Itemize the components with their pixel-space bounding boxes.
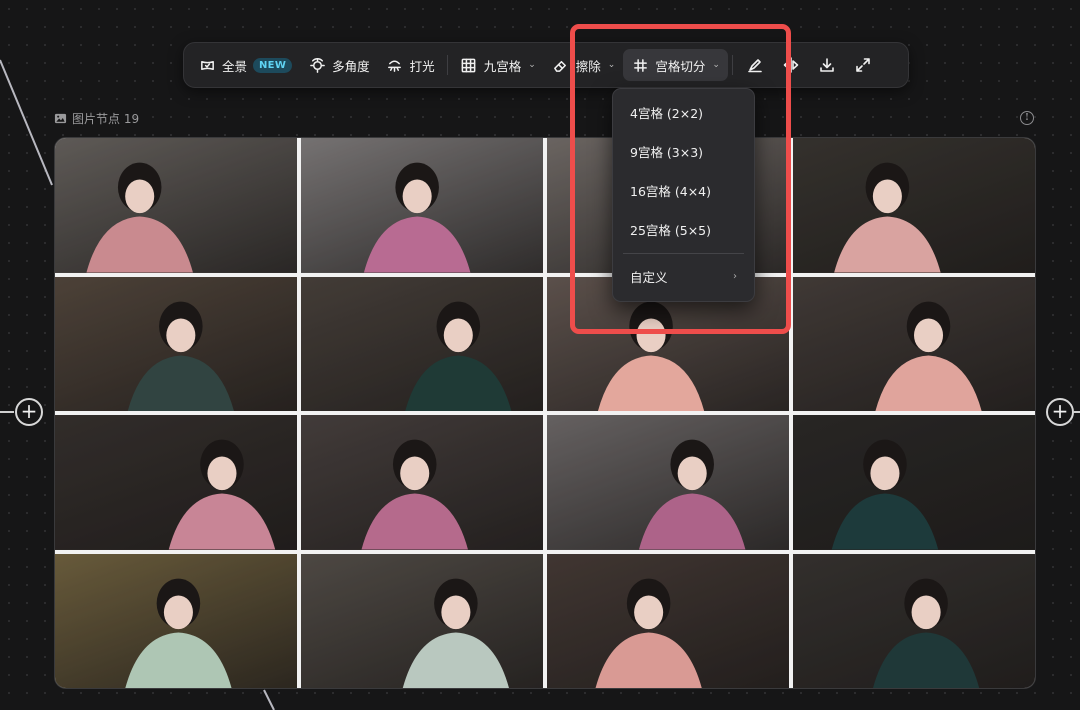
photo-thumbnail (55, 276, 297, 411)
photo-thumbnail (55, 415, 297, 550)
panorama-button[interactable]: 全景 NEW (190, 49, 300, 81)
photo-thumbnail (55, 138, 297, 273)
fullscreen-icon (854, 56, 872, 74)
toolbar-divider (731, 55, 733, 75)
eraser-icon (552, 56, 570, 74)
erase-label: 擦除 (575, 58, 601, 74)
photo-thumbnail (793, 415, 1035, 550)
grid-option-label: 9宫格 (3×3) (630, 145, 704, 160)
grid-image-cell[interactable] (301, 138, 543, 273)
chevron-down-icon: ⌄ (528, 60, 536, 70)
plus-icon: + (20, 399, 38, 423)
photo-thumbnail (301, 415, 543, 550)
multi-angle-label: 多角度 (332, 58, 370, 74)
grid-image-cell[interactable] (547, 553, 789, 688)
chevron-right-icon: › (733, 271, 737, 282)
lighting-icon (386, 56, 404, 74)
photo-thumbnail (301, 553, 543, 688)
download-icon (818, 56, 836, 74)
grid-image-cell[interactable] (793, 553, 1035, 688)
photo-thumbnail (55, 553, 297, 688)
nine-grid-label: 九宫格 (483, 58, 522, 74)
lighting-label: 打光 (409, 58, 435, 74)
image-grid[interactable] (54, 137, 1036, 689)
new-badge: NEW (253, 57, 293, 73)
grid-option-5x5[interactable]: 25宫格 (5×5) (613, 210, 754, 249)
grid-option-custom[interactable]: 自定义 › (613, 257, 754, 296)
grid-option-label: 16宫格 (4×4) (630, 184, 712, 199)
lighting-button[interactable]: 打光 (378, 49, 443, 81)
grid-split-label: 宫格切分 (655, 58, 706, 74)
chevron-down-icon: ⌄ (607, 60, 616, 70)
grid-option-3x3[interactable]: 9宫格 (3×3) (613, 132, 754, 171)
panorama-label: 全景 (222, 58, 248, 74)
grid-option-label: 25宫格 (5×5) (630, 223, 712, 238)
grid-option-2x2[interactable]: 4宫格 (2×2) (613, 93, 754, 132)
grid-option-label: 4宫格 (2×2) (630, 106, 704, 121)
node-title: 图片节点 19 (54, 110, 139, 126)
erase-button[interactable]: 擦除 ⌄ (544, 49, 624, 81)
grid-image-cell[interactable] (793, 138, 1035, 273)
grid-image-cell[interactable] (55, 276, 297, 411)
grid-image-cell[interactable] (301, 553, 543, 688)
flip-icon (782, 56, 800, 74)
info-icon[interactable]: ! (1020, 111, 1034, 125)
right-add-port-button[interactable]: + (1046, 398, 1074, 426)
photo-thumbnail (793, 276, 1035, 411)
nine-grid-button[interactable]: 九宫格 ⌄ (452, 49, 544, 81)
grid-split-icon (631, 56, 649, 74)
download-button[interactable] (809, 49, 845, 81)
grid-image-cell[interactable] (547, 415, 789, 550)
fullscreen-button[interactable] (845, 49, 881, 81)
toolbar-divider (446, 55, 448, 75)
custom-option-label: 自定义 (630, 270, 668, 285)
grid-image-cell[interactable] (55, 138, 297, 273)
grid-image-cell[interactable] (301, 276, 543, 411)
panorama-icon (198, 56, 216, 74)
grid-option-4x4[interactable]: 16宫格 (4×4) (613, 171, 754, 210)
left-add-port-button[interactable]: + (15, 398, 43, 426)
brush-icon (746, 56, 764, 74)
photo-thumbnail (793, 138, 1035, 273)
menu-divider (623, 253, 744, 254)
photo-thumbnail (547, 415, 789, 550)
grid-split-dropdown: 4宫格 (2×2) 9宫格 (3×3) 16宫格 (4×4) 25宫格 (5×5… (612, 88, 755, 302)
photo-thumbnail (793, 553, 1035, 688)
image-icon (54, 113, 67, 123)
brush-button[interactable] (737, 49, 773, 81)
grid-image-cell[interactable] (55, 415, 297, 550)
node-title-text: 图片节点 19 (72, 111, 140, 126)
plus-icon: + (1051, 399, 1069, 423)
flip-button[interactable] (773, 49, 809, 81)
grid-image-cell[interactable] (793, 415, 1035, 550)
grid-image-cell[interactable] (301, 415, 543, 550)
grid-image-cell[interactable] (55, 553, 297, 688)
photo-thumbnail (301, 276, 543, 411)
photo-thumbnail (547, 553, 789, 688)
grid-image-cell[interactable] (793, 276, 1035, 411)
grid-icon (460, 56, 478, 74)
multi-angle-button[interactable]: 多角度 (300, 49, 378, 81)
chevron-down-icon: ⌄ (712, 60, 720, 70)
photo-thumbnail (301, 138, 543, 273)
grid-split-button[interactable]: 宫格切分 ⌄ (623, 49, 728, 81)
image-toolbar: 全景 NEW 多角度 打光 九宫格 ⌄ 擦除 ⌄ 宫格切分 ⌄ (183, 42, 909, 88)
multi-angle-icon (308, 56, 326, 74)
